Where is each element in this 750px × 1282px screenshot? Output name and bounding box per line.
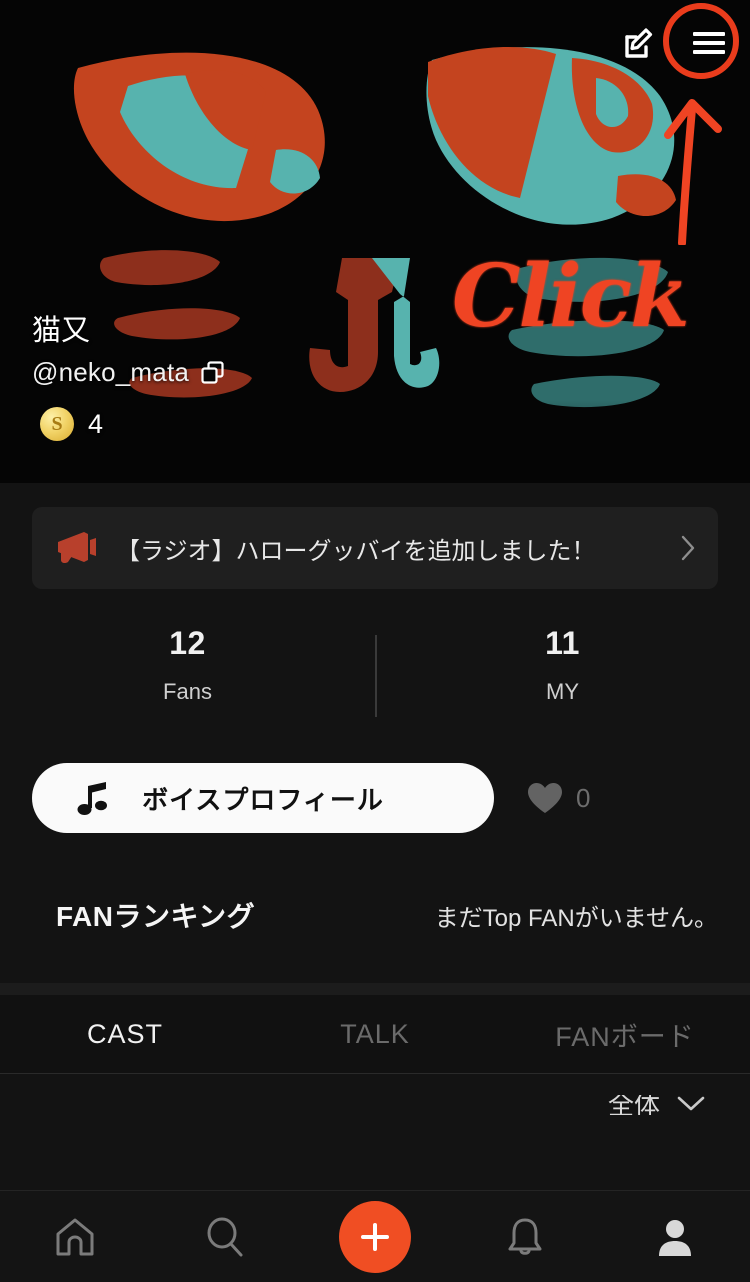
fan-ranking-empty-text: まだTop FANがいません。 xyxy=(434,905,718,932)
stat-fans[interactable]: 12 Fans xyxy=(0,627,375,727)
hamburger-line-1 xyxy=(693,32,725,36)
stat-my[interactable]: 11 MY xyxy=(375,627,750,727)
app-root: Click 猫又 @neko_mata S 4 【ラジオ】ハローグッバイを追加し… xyxy=(0,0,750,1282)
profile-handle-row: @neko_mata xyxy=(32,357,226,388)
copy-icon[interactable] xyxy=(200,360,226,386)
voice-like-count: 0 xyxy=(576,782,591,813)
plus-icon xyxy=(361,1222,389,1251)
section-separator xyxy=(0,983,750,995)
nav-profile[interactable] xyxy=(600,1191,750,1282)
chevron-right-icon xyxy=(681,535,695,561)
chevron-down-icon xyxy=(677,1097,705,1111)
coin-icon: S xyxy=(40,407,74,441)
tab-cast-label: CAST xyxy=(86,1018,163,1049)
hamburger-line-2 xyxy=(693,41,725,45)
bell-icon xyxy=(508,1218,542,1255)
edit-pencil-icon xyxy=(625,28,653,58)
profile-stats: 12 Fans 11 MY xyxy=(0,627,750,727)
megaphone-icon xyxy=(58,532,96,564)
profile-display-name: 猫又 xyxy=(32,314,91,347)
voice-like-group[interactable]: 0 xyxy=(528,782,591,814)
edit-profile-button[interactable] xyxy=(618,21,662,65)
bottom-navigation xyxy=(0,1190,750,1282)
cover-action-icons xyxy=(618,18,734,68)
coin-balance-row: S 4 xyxy=(32,407,226,441)
nav-notifications[interactable] xyxy=(450,1191,600,1282)
stat-my-label: MY xyxy=(546,679,579,704)
filter-dropdown[interactable]: 全体 xyxy=(607,1094,706,1116)
profile-content: 【ラジオ】ハローグッバイを追加しました！ 12 Fans 11 MY ボイスプロ… xyxy=(0,483,750,1136)
search-icon xyxy=(207,1217,243,1256)
home-icon xyxy=(56,1218,94,1255)
stat-fans-value: 12 xyxy=(169,625,206,661)
fan-ranking-section: FANランキング まだTop FANがいません。 xyxy=(0,895,750,935)
fan-ranking-title: FANランキング xyxy=(56,901,256,932)
hamburger-menu-button[interactable] xyxy=(684,18,734,68)
list-filter-row: 全体 xyxy=(0,1074,750,1136)
tab-talk[interactable]: TALK xyxy=(250,995,500,1073)
voice-profile-row: ボイスプロフィール 0 xyxy=(0,763,750,833)
heart-icon xyxy=(528,782,562,813)
nav-search[interactable] xyxy=(150,1191,300,1282)
coin-count: 4 xyxy=(88,408,104,439)
tab-talk-label: TALK xyxy=(340,1018,410,1049)
tab-cast[interactable]: CAST xyxy=(0,995,250,1073)
nav-home[interactable] xyxy=(0,1191,150,1282)
music-note-icon xyxy=(77,782,107,815)
profile-info: 猫又 @neko_mata S 4 xyxy=(32,315,226,441)
person-icon xyxy=(659,1219,691,1256)
hamburger-line-3 xyxy=(693,50,725,54)
voice-profile-button[interactable]: ボイスプロフィール xyxy=(32,763,494,833)
tab-fanboard-label: FANボード xyxy=(555,1021,695,1052)
create-fab-button[interactable] xyxy=(339,1200,411,1273)
filter-label: 全体 xyxy=(607,1094,660,1116)
stat-fans-label: Fans xyxy=(163,679,212,704)
content-tabs: CAST TALK FANボード xyxy=(0,995,750,1074)
announcement-banner[interactable]: 【ラジオ】ハローグッバイを追加しました！ xyxy=(32,507,718,589)
stats-divider xyxy=(375,635,377,717)
profile-handle: @neko_mata xyxy=(32,357,190,387)
nav-create[interactable] xyxy=(300,1191,450,1282)
profile-cover: Click 猫又 @neko_mata S 4 xyxy=(0,0,750,483)
stat-my-value: 11 xyxy=(545,625,580,661)
announcement-text: 【ラジオ】ハローグッバイを追加しました！ xyxy=(116,537,596,565)
tab-fanboard[interactable]: FANボード xyxy=(500,995,750,1073)
